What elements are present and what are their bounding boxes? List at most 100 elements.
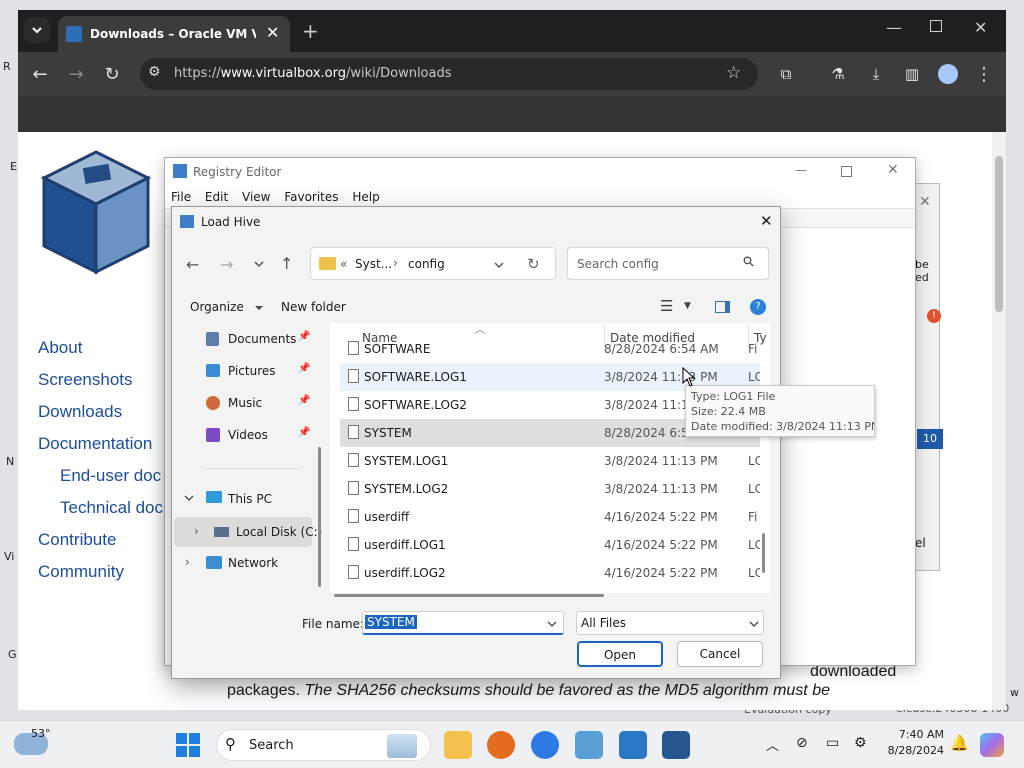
taskbar-search-box[interactable]: ⚲ Search [216, 729, 431, 761]
display-icon[interactable]: ▭ [826, 735, 839, 751]
back-icon[interactable]: ← [26, 60, 54, 88]
start-windows-icon[interactable] [176, 733, 200, 757]
browser-tab[interactable]: Downloads – Oracle VM Virtu ✕ [58, 16, 290, 52]
menu-favorites[interactable]: Favorites [284, 190, 338, 204]
dialog-app-icon [180, 215, 194, 228]
tray-chevron-icon[interactable]: ︿ [766, 735, 779, 754]
labs-flask-icon[interactable]: ⚗ [824, 60, 852, 88]
breadcrumb-segment[interactable]: config [408, 257, 445, 271]
address-breadcrumb[interactable]: « Syst... › config ↻ [310, 247, 556, 280]
page-scrollbar-thumb[interactable] [995, 156, 1003, 312]
file-icon [348, 565, 359, 579]
view-options-icon[interactable]: ☰ [660, 297, 673, 315]
regedit-minimize-icon[interactable]: — [795, 163, 807, 177]
profile-avatar-icon[interactable] [934, 60, 962, 88]
nav-link-community[interactable]: Community [38, 562, 124, 582]
address-bar[interactable]: ⚙ https://www.virtualbox.org/wiki/Downlo… [140, 58, 758, 90]
regedit-close-icon[interactable]: ✕ [887, 162, 899, 178]
download-icon[interactable]: ⤓ [862, 60, 890, 88]
menu-view[interactable]: View [242, 190, 270, 204]
breadcrumb-overflow-icon[interactable]: « [340, 257, 347, 271]
file-explorer-icon[interactable] [444, 731, 472, 759]
collapsed-chevron-icon[interactable]: › [185, 555, 190, 569]
recent-locations-icon[interactable] [253, 260, 265, 268]
side-panel-icon[interactable]: ▥ [898, 60, 926, 88]
clock[interactable]: 7:40 AM 8/28/2024 [884, 727, 944, 759]
nav-link-about[interactable]: About [38, 338, 82, 358]
file-name-input[interactable]: SYSTEM [362, 611, 564, 635]
up-icon[interactable]: ↑ [280, 254, 293, 273]
file-row[interactable]: SYSTEM.LOG1 3/8/2024 11:13 PM LC [340, 447, 760, 475]
file-icon [348, 425, 359, 439]
forward-icon[interactable]: → [62, 60, 90, 88]
extensions-icon[interactable]: ⧉ [772, 60, 800, 88]
nav-link-contribute[interactable]: Contribute [38, 530, 116, 550]
virtualbox-icon[interactable] [662, 731, 690, 759]
help-icon[interactable]: ? [750, 299, 766, 315]
menu-help[interactable]: Help [352, 190, 379, 204]
forward-icon[interactable]: → [220, 255, 233, 274]
file-row[interactable]: userdiff 4/16/2024 5:22 PM Fi [340, 503, 760, 531]
background-dialog-close-icon[interactable]: ✕ [919, 194, 931, 210]
close-window-icon[interactable]: ✕ [974, 18, 987, 37]
browser-toolbar: ← → ↻ ⚙ https://www.virtualbox.org/wiki/… [18, 52, 1006, 96]
regedit-menubar: File Edit View Favorites Help [171, 190, 380, 204]
background-text: ed [915, 271, 929, 284]
file-row[interactable]: SYSTEM.LOG2 3/8/2024 11:13 PM LC [340, 475, 760, 503]
collapsed-chevron-icon[interactable]: › [194, 524, 199, 538]
menu-edit[interactable]: Edit [205, 190, 228, 204]
nav-link-downloads[interactable]: Downloads [38, 402, 122, 422]
minimize-icon[interactable]: — [886, 18, 902, 37]
organize-button[interactable]: Organize [190, 300, 264, 314]
dialog-close-icon[interactable]: ✕ [760, 212, 773, 230]
notification-bell-icon[interactable]: 🔔 [950, 734, 969, 752]
expanded-chevron-icon[interactable] [184, 495, 194, 502]
close-tab-icon[interactable]: ✕ [266, 23, 279, 42]
file-list: Name ︿ Date modified Ty SOFTWARE 8/28/20… [330, 323, 770, 593]
nav-item-local-disk[interactable]: › Local Disk (C:) [174, 517, 322, 547]
site-info-icon[interactable]: ⚙ [148, 64, 161, 80]
file-name: SYSTEM.LOG1 [364, 454, 449, 468]
breadcrumb-segment[interactable]: Syst... [355, 257, 392, 271]
menu-file[interactable]: File [171, 190, 191, 204]
file-row[interactable]: userdiff.LOG1 4/16/2024 5:22 PM LC [340, 531, 760, 559]
registry-editor-icon[interactable] [619, 731, 647, 759]
chevron-down-icon[interactable] [493, 261, 505, 269]
tab-search-button[interactable] [24, 17, 50, 43]
file-type-filter[interactable]: All Files [576, 611, 764, 635]
search-input[interactable]: Search config [577, 257, 659, 271]
search-box[interactable]: Search config ⚲ [567, 247, 769, 280]
network-off-icon[interactable]: ⊘ [796, 735, 808, 751]
file-list-hscroll-thumb[interactable] [334, 594, 604, 597]
nav-link-screenshots[interactable]: Screenshots [38, 370, 133, 390]
chrome-icon[interactable] [531, 731, 559, 759]
open-button[interactable]: Open [577, 641, 663, 667]
new-folder-button[interactable]: New folder [281, 300, 346, 314]
back-icon[interactable]: ← [186, 255, 199, 274]
refresh-icon[interactable]: ↻ [527, 255, 540, 273]
menu-kebab-icon[interactable]: ⋮ [970, 60, 998, 88]
page-scrollbar[interactable] [992, 132, 1006, 710]
cancel-button[interactable]: Cancel [677, 641, 763, 667]
file-row[interactable]: userdiff.LOG2 4/16/2024 5:22 PM LC [340, 559, 760, 587]
copilot-icon[interactable] [980, 733, 1004, 757]
firefox-icon[interactable] [487, 731, 515, 759]
language-icon[interactable]: ⚙ [854, 735, 867, 751]
nav-link-documentation[interactable]: Documentation [38, 434, 152, 454]
nav-scrollbar-thumb[interactable] [318, 447, 321, 587]
view-chevron-icon[interactable]: ▼ [684, 301, 691, 311]
chevron-down-icon[interactable] [547, 621, 557, 627]
reload-icon[interactable]: ↻ [98, 60, 126, 88]
search-icon[interactable]: ⚲ [740, 253, 759, 272]
file-row[interactable]: SOFTWARE 8/28/2024 6:54 AM Fi [340, 341, 760, 363]
remote-desktop-icon[interactable] [575, 731, 603, 759]
file-list-vscroll-thumb[interactable] [762, 533, 765, 573]
background-cancel-fragment[interactable]: el [915, 536, 926, 550]
bookmark-star-icon[interactable]: ☆ [726, 63, 741, 83]
preview-pane-icon[interactable] [715, 301, 730, 313]
nav-link-end-user-doc[interactable]: End-user doc [60, 466, 161, 486]
nav-link-technical-doc[interactable]: Technical doc [60, 498, 163, 518]
regedit-maximize-icon[interactable] [841, 166, 852, 177]
new-tab-icon[interactable]: + [302, 19, 319, 43]
maximize-icon[interactable] [930, 20, 942, 32]
